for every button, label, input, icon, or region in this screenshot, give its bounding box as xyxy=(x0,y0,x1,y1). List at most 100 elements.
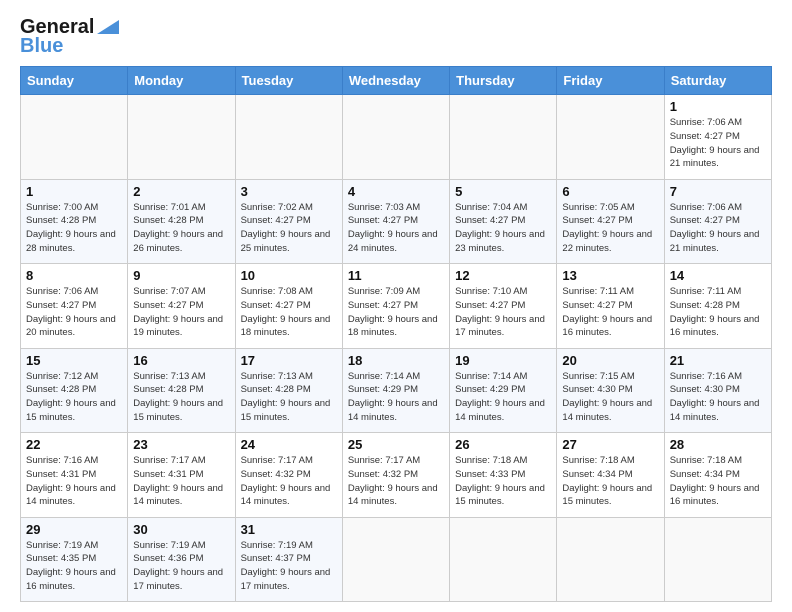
week-row-1: 1 Sunrise: 7:06 AM Sunset: 4:27 PM Dayli… xyxy=(21,95,772,180)
day-number: 11 xyxy=(348,268,444,283)
day-header-tuesday: Tuesday xyxy=(235,67,342,95)
day-number: 15 xyxy=(26,353,122,368)
day-info: Sunrise: 7:19 AM Sunset: 4:36 PM Dayligh… xyxy=(133,539,229,594)
day-number: 27 xyxy=(562,437,658,452)
day-info: Sunrise: 7:06 AM Sunset: 4:27 PM Dayligh… xyxy=(26,285,122,340)
calendar-cell: 9 Sunrise: 7:07 AM Sunset: 4:27 PM Dayli… xyxy=(128,264,235,349)
calendar-cell: 16 Sunrise: 7:13 AM Sunset: 4:28 PM Dayl… xyxy=(128,348,235,433)
day-number: 1 xyxy=(670,99,766,114)
calendar-cell xyxy=(342,517,449,602)
calendar-cell: 31 Sunrise: 7:19 AM Sunset: 4:37 PM Dayl… xyxy=(235,517,342,602)
calendar-cell: 21 Sunrise: 7:16 AM Sunset: 4:30 PM Dayl… xyxy=(664,348,771,433)
day-header-friday: Friday xyxy=(557,67,664,95)
calendar-cell: 25 Sunrise: 7:17 AM Sunset: 4:32 PM Dayl… xyxy=(342,433,449,518)
header: General Blue xyxy=(20,16,772,58)
day-info: Sunrise: 7:14 AM Sunset: 4:29 PM Dayligh… xyxy=(348,370,444,425)
day-info: Sunrise: 7:12 AM Sunset: 4:28 PM Dayligh… xyxy=(26,370,122,425)
calendar-cell: 15 Sunrise: 7:12 AM Sunset: 4:28 PM Dayl… xyxy=(21,348,128,433)
day-info: Sunrise: 7:18 AM Sunset: 4:34 PM Dayligh… xyxy=(562,454,658,509)
day-number: 31 xyxy=(241,522,337,537)
day-info: Sunrise: 7:02 AM Sunset: 4:27 PM Dayligh… xyxy=(241,201,337,256)
calendar-cell: 10 Sunrise: 7:08 AM Sunset: 4:27 PM Dayl… xyxy=(235,264,342,349)
calendar-header-row: SundayMondayTuesdayWednesdayThursdayFrid… xyxy=(21,67,772,95)
day-info: Sunrise: 7:01 AM Sunset: 4:28 PM Dayligh… xyxy=(133,201,229,256)
calendar-cell: 24 Sunrise: 7:17 AM Sunset: 4:32 PM Dayl… xyxy=(235,433,342,518)
day-info: Sunrise: 7:15 AM Sunset: 4:30 PM Dayligh… xyxy=(562,370,658,425)
day-info: Sunrise: 7:19 AM Sunset: 4:35 PM Dayligh… xyxy=(26,539,122,594)
calendar-cell: 27 Sunrise: 7:18 AM Sunset: 4:34 PM Dayl… xyxy=(557,433,664,518)
logo: General Blue xyxy=(20,16,119,58)
day-number: 20 xyxy=(562,353,658,368)
day-info: Sunrise: 7:11 AM Sunset: 4:28 PM Dayligh… xyxy=(670,285,766,340)
day-number: 23 xyxy=(133,437,229,452)
day-number: 12 xyxy=(455,268,551,283)
day-number: 16 xyxy=(133,353,229,368)
day-number: 19 xyxy=(455,353,551,368)
day-number: 30 xyxy=(133,522,229,537)
day-number: 24 xyxy=(241,437,337,452)
day-number: 1 xyxy=(26,184,122,199)
day-number: 5 xyxy=(455,184,551,199)
day-number: 4 xyxy=(348,184,444,199)
day-number: 29 xyxy=(26,522,122,537)
day-info: Sunrise: 7:19 AM Sunset: 4:37 PM Dayligh… xyxy=(241,539,337,594)
day-info: Sunrise: 7:14 AM Sunset: 4:29 PM Dayligh… xyxy=(455,370,551,425)
calendar-cell: 4 Sunrise: 7:03 AM Sunset: 4:27 PM Dayli… xyxy=(342,179,449,264)
day-number: 18 xyxy=(348,353,444,368)
day-info: Sunrise: 7:17 AM Sunset: 4:31 PM Dayligh… xyxy=(133,454,229,509)
day-number: 2 xyxy=(133,184,229,199)
calendar-cell: 7 Sunrise: 7:06 AM Sunset: 4:27 PM Dayli… xyxy=(664,179,771,264)
day-info: Sunrise: 7:00 AM Sunset: 4:28 PM Dayligh… xyxy=(26,201,122,256)
day-info: Sunrise: 7:03 AM Sunset: 4:27 PM Dayligh… xyxy=(348,201,444,256)
logo-blue: Blue xyxy=(20,35,63,58)
day-info: Sunrise: 7:18 AM Sunset: 4:34 PM Dayligh… xyxy=(670,454,766,509)
week-row-6: 29 Sunrise: 7:19 AM Sunset: 4:35 PM Dayl… xyxy=(21,517,772,602)
day-number: 3 xyxy=(241,184,337,199)
calendar-cell xyxy=(450,95,557,180)
day-info: Sunrise: 7:18 AM Sunset: 4:33 PM Dayligh… xyxy=(455,454,551,509)
calendar-cell: 8 Sunrise: 7:06 AM Sunset: 4:27 PM Dayli… xyxy=(21,264,128,349)
calendar-cell: 12 Sunrise: 7:10 AM Sunset: 4:27 PM Dayl… xyxy=(450,264,557,349)
calendar-cell: 6 Sunrise: 7:05 AM Sunset: 4:27 PM Dayli… xyxy=(557,179,664,264)
day-number: 10 xyxy=(241,268,337,283)
calendar-cell: 11 Sunrise: 7:09 AM Sunset: 4:27 PM Dayl… xyxy=(342,264,449,349)
day-number: 21 xyxy=(670,353,766,368)
day-header-sunday: Sunday xyxy=(21,67,128,95)
day-number: 25 xyxy=(348,437,444,452)
day-number: 22 xyxy=(26,437,122,452)
calendar-cell: 3 Sunrise: 7:02 AM Sunset: 4:27 PM Dayli… xyxy=(235,179,342,264)
day-info: Sunrise: 7:09 AM Sunset: 4:27 PM Dayligh… xyxy=(348,285,444,340)
calendar-cell: 2 Sunrise: 7:01 AM Sunset: 4:28 PM Dayli… xyxy=(128,179,235,264)
day-header-monday: Monday xyxy=(128,67,235,95)
calendar-cell: 22 Sunrise: 7:16 AM Sunset: 4:31 PM Dayl… xyxy=(21,433,128,518)
page: General Blue SundayMondayTuesdayWednesda… xyxy=(0,0,792,612)
calendar-cell xyxy=(235,95,342,180)
calendar-cell: 26 Sunrise: 7:18 AM Sunset: 4:33 PM Dayl… xyxy=(450,433,557,518)
day-info: Sunrise: 7:13 AM Sunset: 4:28 PM Dayligh… xyxy=(241,370,337,425)
day-info: Sunrise: 7:16 AM Sunset: 4:31 PM Dayligh… xyxy=(26,454,122,509)
calendar-cell: 1 Sunrise: 7:00 AM Sunset: 4:28 PM Dayli… xyxy=(21,179,128,264)
day-number: 14 xyxy=(670,268,766,283)
day-info: Sunrise: 7:04 AM Sunset: 4:27 PM Dayligh… xyxy=(455,201,551,256)
week-row-5: 22 Sunrise: 7:16 AM Sunset: 4:31 PM Dayl… xyxy=(21,433,772,518)
day-number: 9 xyxy=(133,268,229,283)
day-info: Sunrise: 7:05 AM Sunset: 4:27 PM Dayligh… xyxy=(562,201,658,256)
day-info: Sunrise: 7:16 AM Sunset: 4:30 PM Dayligh… xyxy=(670,370,766,425)
day-number: 6 xyxy=(562,184,658,199)
week-row-3: 8 Sunrise: 7:06 AM Sunset: 4:27 PM Dayli… xyxy=(21,264,772,349)
logo-icon xyxy=(97,20,119,34)
calendar-cell: 14 Sunrise: 7:11 AM Sunset: 4:28 PM Dayl… xyxy=(664,264,771,349)
calendar-cell: 29 Sunrise: 7:19 AM Sunset: 4:35 PM Dayl… xyxy=(21,517,128,602)
calendar-cell xyxy=(21,95,128,180)
day-header-thursday: Thursday xyxy=(450,67,557,95)
calendar-cell xyxy=(557,95,664,180)
day-info: Sunrise: 7:06 AM Sunset: 4:27 PM Dayligh… xyxy=(670,201,766,256)
calendar-cell xyxy=(342,95,449,180)
calendar-cell: 30 Sunrise: 7:19 AM Sunset: 4:36 PM Dayl… xyxy=(128,517,235,602)
day-header-saturday: Saturday xyxy=(664,67,771,95)
calendar-cell: 1 Sunrise: 7:06 AM Sunset: 4:27 PM Dayli… xyxy=(664,95,771,180)
day-info: Sunrise: 7:13 AM Sunset: 4:28 PM Dayligh… xyxy=(133,370,229,425)
day-number: 7 xyxy=(670,184,766,199)
calendar-cell: 20 Sunrise: 7:15 AM Sunset: 4:30 PM Dayl… xyxy=(557,348,664,433)
calendar-cell xyxy=(557,517,664,602)
